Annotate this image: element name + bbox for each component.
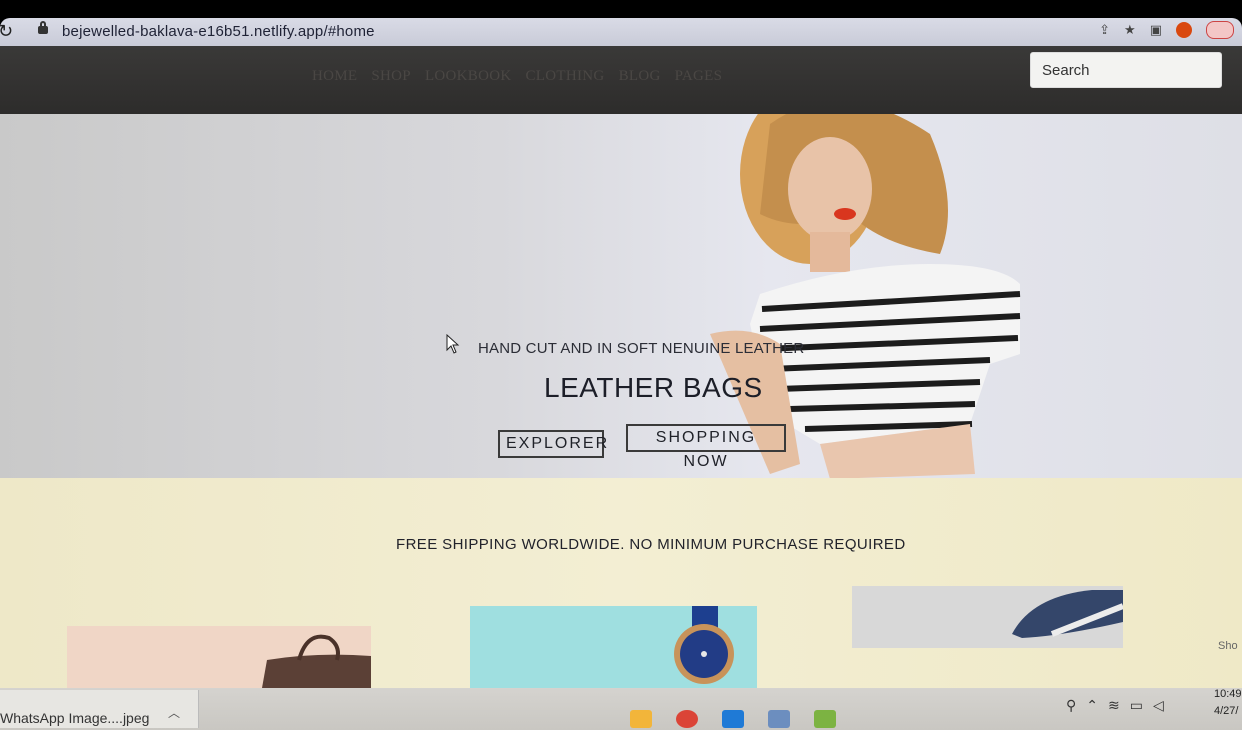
mouse-cursor-icon (446, 334, 460, 354)
nav-lookbook[interactable]: LOOKBOOK (425, 68, 512, 85)
side-tab-edge[interactable]: Sho (1218, 640, 1238, 652)
main-menu: HOME SHOP LOOKBOOK CLOTHING BLOG PAGES (312, 68, 722, 85)
clock-date: 4/27/ (1214, 705, 1239, 717)
download-item[interactable]: WhatsApp Image....jpeg ︿ (0, 690, 199, 728)
product-thumb-watch[interactable] (470, 606, 757, 688)
model-image (710, 114, 1021, 479)
site-navbar: HOME SHOP LOOKBOOK CLOTHING BLOG PAGES (0, 46, 1242, 114)
vscode-icon[interactable] (722, 710, 744, 728)
hero-title: LEATHER BAGS (544, 372, 763, 403)
taskbar-apps (630, 710, 836, 728)
product-thumb-bag[interactable] (67, 626, 371, 688)
wifi-icon[interactable]: ≋ (1108, 698, 1120, 714)
address-bar[interactable]: bejewelled-baklava-e16b51.netlify.app/#h… (62, 23, 375, 40)
taskbar-clock[interactable]: 10:49 4/27/ (1214, 686, 1242, 720)
download-filename: WhatsApp Image....jpeg (0, 710, 150, 726)
watch-icon (674, 606, 734, 684)
shopping-now-button[interactable]: SHOPPING NOW (626, 424, 786, 470)
chevron-up-icon[interactable]: ︿ (168, 704, 180, 721)
os-taskbar: WhatsApp Image....jpeg ︿ ⚲ ⌃ ≋ ▭ ◁ 10:49… (0, 688, 1242, 730)
search-input[interactable] (1030, 52, 1222, 88)
star-icon[interactable]: ★ (1124, 23, 1136, 38)
chevron-up-icon[interactable]: ⌃ (1086, 698, 1098, 714)
browser-chrome: ↻ bejewelled-baklava-e16b51.netlify.app/… (0, 18, 1242, 46)
profile-avatar[interactable] (1176, 22, 1192, 38)
bag-icon (262, 634, 371, 688)
chrome-icon[interactable] (676, 710, 698, 728)
people-icon[interactable]: ⚲ (1066, 698, 1076, 714)
update-button[interactable] (1206, 21, 1234, 39)
explorer-button[interactable]: EXPLORER (498, 430, 607, 458)
browser-toolbar-icons: ⇪ ★ ▣ (1099, 21, 1234, 39)
window-icon[interactable]: ▣ (1150, 23, 1162, 38)
hero-banner: HAND CUT AND IN SOFT NENUINE LEATHER LEA… (0, 114, 1242, 528)
reload-icon[interactable]: ↻ (0, 21, 13, 42)
app-icon[interactable] (768, 710, 790, 728)
store-icon[interactable] (814, 710, 836, 728)
shipping-banner: FREE SHIPPING WORLDWIDE. NO MINIMUM PURC… (0, 478, 1242, 688)
shoe-icon (1012, 590, 1123, 638)
share-icon[interactable]: ⇪ (1099, 23, 1110, 38)
hero-subtitle: HAND CUT AND IN SOFT NENUINE LEATHER (478, 340, 805, 357)
clock-time: 10:49 (1214, 688, 1242, 700)
product-thumb-shoe[interactable] (852, 586, 1123, 648)
nav-pages[interactable]: PAGES (675, 68, 723, 85)
nav-blog[interactable]: BLOG (619, 68, 661, 85)
nav-clothing[interactable]: CLOTHING (526, 68, 605, 85)
battery-icon[interactable]: ▭ (1130, 698, 1143, 714)
file-explorer-icon[interactable] (630, 710, 652, 728)
nav-shop[interactable]: SHOP (371, 68, 411, 85)
volume-icon[interactable]: ◁ (1153, 698, 1164, 714)
free-shipping-text: FREE SHIPPING WORLDWIDE. NO MINIMUM PURC… (396, 536, 906, 553)
lock-icon[interactable] (38, 21, 48, 34)
system-tray: ⚲ ⌃ ≋ ▭ ◁ (1066, 698, 1164, 714)
nav-home[interactable]: HOME (312, 68, 357, 85)
